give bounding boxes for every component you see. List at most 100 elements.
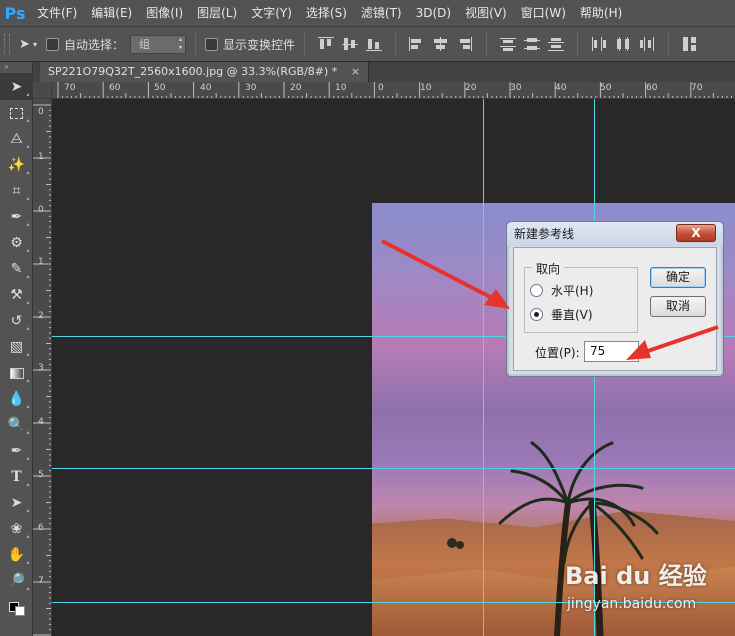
distribute-left-icon[interactable]: [589, 36, 609, 52]
horizontal-radio-label: 水平(H): [551, 284, 594, 298]
position-label: 位置(P):: [535, 346, 580, 360]
vertical-guide[interactable]: [483, 99, 484, 636]
crop-tool-icon[interactable]: ⌗: [0, 178, 33, 204]
distribute-bottom-icon[interactable]: [546, 36, 566, 52]
ruler-label: 60: [646, 83, 658, 93]
distribute-vcenter-icon[interactable]: [522, 36, 542, 52]
move-tool-icon[interactable]: ➤: [0, 74, 33, 100]
divider: [577, 32, 579, 56]
ruler-label: 2: [38, 311, 44, 321]
photoshop-logo: Ps: [4, 3, 26, 23]
align-vcenter-icon[interactable]: [340, 36, 360, 52]
align-top-icon[interactable]: [316, 36, 336, 52]
ruler-origin[interactable]: [33, 82, 52, 99]
marquee-tool-icon[interactable]: [0, 100, 33, 126]
history-brush-tool-icon[interactable]: ↺: [0, 308, 33, 334]
ruler-label: 7: [38, 576, 44, 586]
menu-type[interactable]: 文字(Y): [244, 0, 299, 26]
close-tab-icon[interactable]: ×: [351, 65, 360, 78]
ruler-label: 50: [600, 83, 612, 93]
ruler-label: 30: [245, 83, 257, 93]
horizontal-radio[interactable]: [530, 284, 543, 297]
watermark-brand: Bai du 经验: [565, 562, 707, 590]
ruler-label: 10: [335, 83, 347, 93]
orientation-horizontal-option[interactable]: 水平(H): [530, 282, 593, 299]
show-transform-checkbox[interactable]: [205, 37, 219, 51]
ruler-label: 70: [691, 83, 703, 93]
divider: [395, 32, 397, 56]
move-tool-preset-icon[interactable]: ➤ ▾: [10, 37, 46, 52]
menu-file[interactable]: 文件(F): [30, 0, 84, 26]
menu-help[interactable]: 帮助(H): [573, 0, 629, 26]
hand-tool-icon[interactable]: ✋: [0, 542, 33, 568]
ruler-label: 10: [420, 83, 432, 93]
menu-window[interactable]: 窗口(W): [514, 0, 573, 26]
menu-image[interactable]: 图像(I): [139, 0, 190, 26]
distribute-right-icon[interactable]: [637, 36, 657, 52]
path-selection-tool-icon[interactable]: ➤: [0, 490, 33, 516]
tools-panel-collapse-icon[interactable]: »: [0, 62, 32, 74]
vertical-radio[interactable]: [530, 308, 543, 321]
ruler-label: 0: [378, 83, 384, 93]
zoom-tool-icon[interactable]: 🔎: [0, 568, 33, 594]
eraser-tool-icon[interactable]: ▧: [0, 334, 33, 360]
auto-select-dropdown[interactable]: 组: [130, 34, 187, 54]
distribute-hcenter-icon[interactable]: [613, 36, 633, 52]
menu-filter[interactable]: 滤镜(T): [354, 0, 409, 26]
ruler-label: 0: [38, 107, 44, 117]
cancel-button[interactable]: 取消: [650, 296, 706, 317]
menu-edit[interactable]: 编辑(E): [84, 0, 139, 26]
position-input[interactable]: 75: [584, 341, 639, 362]
eyedropper-tool-icon[interactable]: ✒: [0, 204, 33, 230]
healing-brush-tool-icon[interactable]: ⚙: [0, 230, 33, 256]
divider: [304, 32, 306, 56]
show-transform-label: 显示变换控件: [223, 37, 296, 52]
dodge-tool-icon[interactable]: 🔍: [0, 412, 33, 438]
menu-view[interactable]: 视图(V): [458, 0, 514, 26]
ruler-label: 1: [38, 257, 44, 267]
document-tab[interactable]: SP221O79Q32T_2560x1600.jpg @ 33.3%(RGB/8…: [40, 62, 370, 82]
shape-tool-icon[interactable]: ❀: [0, 516, 33, 542]
horizontal-ruler[interactable]: 70 60 50 40 30 20 10 0 10 20 30 40 50 60…: [52, 82, 735, 99]
auto-align-icon[interactable]: [680, 36, 700, 52]
menu-bar: Ps 文件(F) 编辑(E) 图像(I) 图层(L) 文字(Y) 选择(S) 滤…: [0, 0, 735, 26]
menu-select[interactable]: 选择(S): [299, 0, 354, 26]
ok-button[interactable]: 确定: [650, 267, 706, 288]
align-left-icon[interactable]: [407, 36, 427, 52]
color-swatches-icon[interactable]: [0, 594, 33, 620]
document-tab-bar: SP221O79Q32T_2560x1600.jpg @ 33.3%(RGB/8…: [33, 62, 735, 82]
brush-tool-icon[interactable]: ✎: [0, 256, 33, 282]
divider: [668, 32, 670, 56]
ruler-label: 70: [64, 83, 76, 93]
ruler-label: 20: [290, 83, 302, 93]
align-bottom-icon[interactable]: [364, 36, 384, 52]
blur-tool-icon[interactable]: 💧: [0, 386, 33, 412]
ruler-label: 5: [38, 470, 44, 480]
menu-3d[interactable]: 3D(D): [409, 0, 458, 26]
auto-select-checkbox[interactable]: [46, 37, 59, 51]
dialog-close-button[interactable]: X: [676, 224, 716, 242]
magic-wand-tool-icon[interactable]: ✨: [0, 152, 33, 178]
ruler-label: 4: [38, 417, 44, 427]
type-tool-icon[interactable]: T: [0, 464, 33, 490]
vertical-ruler[interactable]: 0 1 0 1 2 3 4 5 6 7: [33, 99, 52, 636]
orientation-vertical-option[interactable]: 垂直(V): [530, 306, 593, 323]
align-right-icon[interactable]: [455, 36, 475, 52]
ruler-label: 0: [38, 205, 44, 215]
pen-tool-icon[interactable]: ✒: [0, 438, 33, 464]
vertical-radio-label: 垂直(V): [551, 308, 593, 322]
divider: [486, 32, 488, 56]
auto-select-label: 自动选择：: [64, 37, 125, 52]
menu-layer[interactable]: 图层(L): [190, 0, 244, 26]
clone-stamp-tool-icon[interactable]: ⚒: [0, 282, 33, 308]
ruler-label: 40: [555, 83, 567, 93]
horizontal-guide[interactable]: [52, 468, 735, 469]
gradient-tool-icon[interactable]: [0, 360, 33, 386]
lasso-tool-icon[interactable]: ⨺: [0, 126, 33, 152]
align-hcenter-icon[interactable]: [431, 36, 451, 52]
document-tab-title: SP221O79Q32T_2560x1600.jpg @ 33.3%(RGB/8…: [48, 65, 338, 78]
distribute-top-icon[interactable]: [498, 36, 518, 52]
ruler-label: 30: [510, 83, 522, 93]
dialog-title-text: 新建参考线: [514, 227, 575, 241]
ruler-label: 3: [38, 363, 44, 373]
